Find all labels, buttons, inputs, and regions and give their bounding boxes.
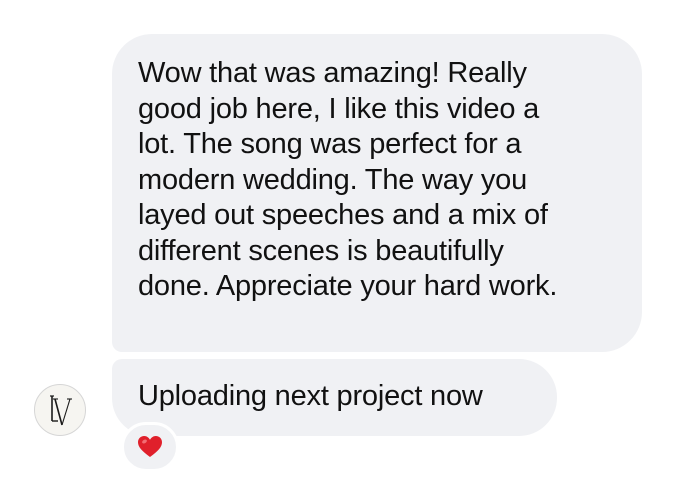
reaction-badge[interactable]	[121, 422, 179, 472]
message-text-line: good job here, I like this video a	[138, 92, 540, 125]
message-text-line: done. Appreciate your hard work.	[138, 270, 558, 302]
message-text-line: layed out speeches and a mix of	[138, 199, 548, 231]
message-text-line: Wow that was amazing! Really	[138, 57, 527, 89]
message-bubble[interactable]: Wow that was amazing! Really good job he…	[112, 34, 642, 352]
heart-emoji-icon	[138, 436, 162, 457]
message-text-line: lot. The song was perfect for a	[138, 128, 522, 160]
message-text-line: different scenes is beautifully	[138, 234, 504, 267]
sender-avatar[interactable]	[34, 384, 86, 436]
lv-monogram-logo	[50, 395, 72, 426]
message-text-line: modern wedding. The way you	[138, 163, 528, 196]
message-bubble[interactable]: Uploading next project now	[112, 359, 557, 436]
message-text: Uploading next project now	[138, 380, 483, 412]
